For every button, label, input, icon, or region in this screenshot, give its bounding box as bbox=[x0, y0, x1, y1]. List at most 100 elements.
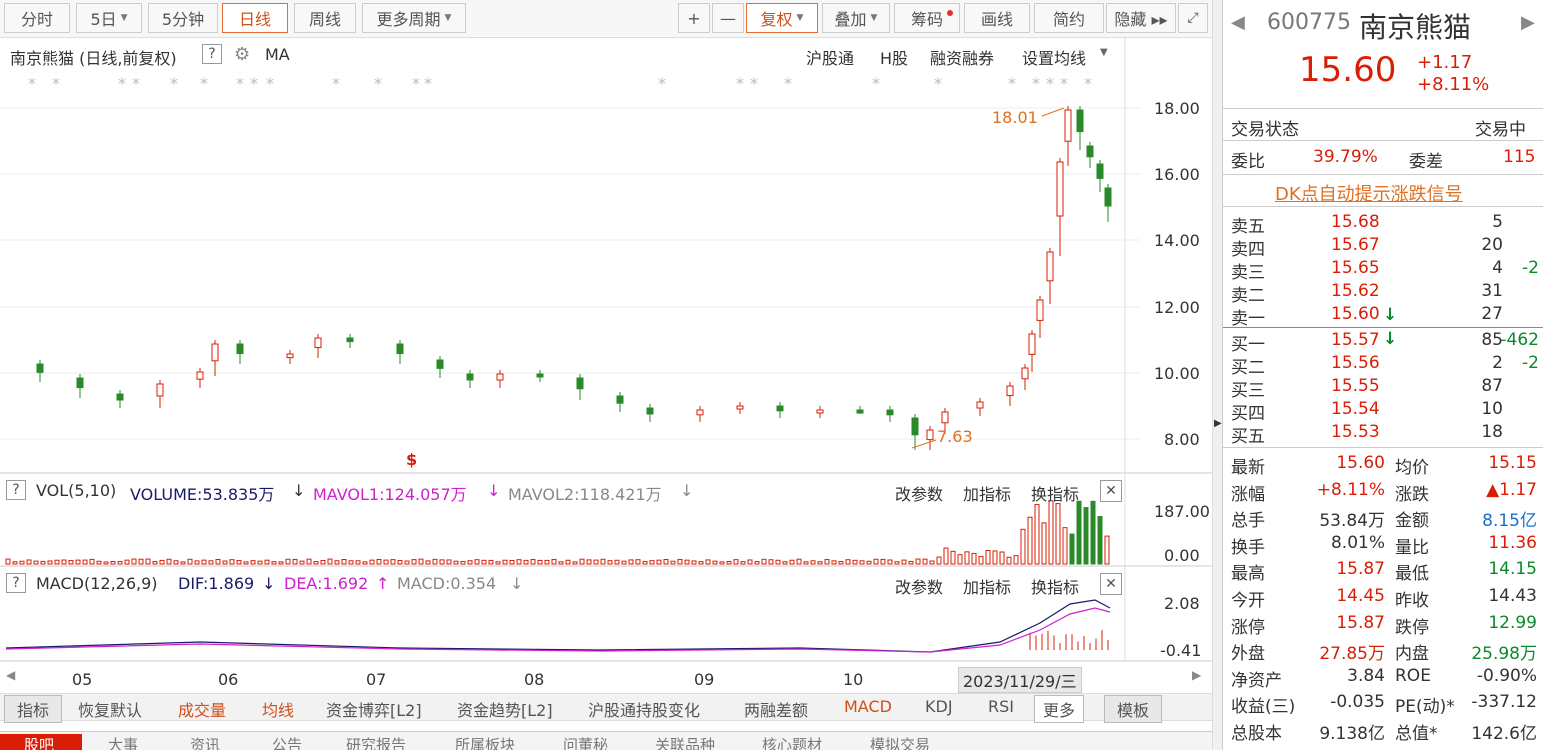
tab-macd[interactable]: MACD bbox=[844, 697, 892, 716]
help-icon[interactable]: ? bbox=[6, 573, 26, 593]
tab-indicator[interactable]: 指标 bbox=[4, 695, 62, 723]
link-hshare[interactable]: H股 bbox=[880, 45, 908, 69]
help-icon[interactable]: ? bbox=[202, 44, 222, 64]
tab-themes[interactable]: 核心题材 bbox=[762, 734, 822, 750]
indicator-tabs: 指标 恢复默认 成交量 均线 资金博弈[L2] 资金趋势[L2] 沪股通持股变化… bbox=[0, 693, 1212, 721]
hide-button[interactable]: 隐藏 ▸▸ bbox=[1106, 3, 1176, 33]
simple-mode-button[interactable]: 简约 bbox=[1034, 3, 1104, 33]
asks-row[interactable]: 卖三 15.65 4 -2 bbox=[1223, 258, 1543, 281]
tab-announcements[interactable]: 公告 bbox=[272, 734, 302, 750]
tab-sectors[interactable]: 所属板块 bbox=[455, 734, 515, 750]
volume-bar bbox=[1084, 508, 1088, 564]
overlay-button[interactable]: 叠加 ▼ bbox=[822, 3, 890, 33]
more-periods-button[interactable]: 更多周期 ▼ bbox=[362, 3, 466, 33]
level-volume: 20 bbox=[1457, 235, 1503, 255]
volume-bar bbox=[944, 548, 948, 564]
switch-indicator-button[interactable]: 换指标 bbox=[1031, 574, 1079, 598]
volume-bar bbox=[195, 561, 199, 564]
draw-line-button[interactable]: 画线 bbox=[964, 3, 1030, 33]
volume-bar bbox=[153, 561, 157, 564]
stat-value: 15.87 bbox=[1285, 613, 1385, 633]
edit-params-button[interactable]: 改参数 bbox=[895, 574, 943, 598]
tab-fund-trend[interactable]: 资金趋势[L2] bbox=[457, 697, 553, 721]
asks-row[interactable]: 卖五 15.68 5 bbox=[1223, 212, 1543, 235]
collapse-icon[interactable]: ▶ bbox=[1214, 418, 1222, 429]
tab-5day[interactable]: 5日 ▼ bbox=[76, 3, 142, 33]
level-volume: 10 bbox=[1457, 399, 1503, 419]
tab-daily[interactable]: 日线 bbox=[222, 3, 288, 33]
chart-area[interactable]: * * * * * * * * * * * * * * * * * * * * * * * * 南京熊猫 (日线,前复权) ?… bbox=[0, 38, 1212, 688]
signal-marker[interactable]: $ bbox=[406, 450, 417, 469]
gear-icon[interactable]: ⚙ bbox=[234, 44, 250, 65]
level-change: -462 bbox=[1489, 330, 1539, 350]
asks-row[interactable]: 卖四 15.67 20 bbox=[1223, 235, 1543, 258]
stat-value: 15.15 bbox=[1437, 453, 1537, 473]
tab-related[interactable]: 关联品种 bbox=[655, 734, 715, 750]
next-stock-icon[interactable]: ▶ bbox=[1521, 12, 1535, 33]
tab-weekly[interactable]: 周线 bbox=[294, 3, 356, 33]
scroll-right-icon[interactable]: ▶ bbox=[1192, 668, 1201, 682]
volume-bar bbox=[251, 561, 255, 564]
tab-5min[interactable]: 5分钟 bbox=[148, 3, 218, 33]
close-icon[interactable]: ✕ bbox=[1100, 573, 1122, 595]
tab-events[interactable]: 大事 bbox=[108, 734, 138, 750]
bids-row[interactable]: 买四 15.54 10 bbox=[1223, 399, 1543, 422]
fuquan-button[interactable]: 复权 ▼ bbox=[746, 3, 818, 33]
volume-bar bbox=[6, 559, 10, 564]
tab-guba[interactable]: 股吧 bbox=[0, 734, 82, 750]
tab-kdj[interactable]: KDJ bbox=[925, 697, 953, 716]
candle-body bbox=[287, 354, 293, 358]
level-price: 15.67 bbox=[1331, 235, 1380, 255]
tab-rsi[interactable]: RSI bbox=[988, 697, 1014, 716]
scroll-left-icon[interactable]: ◀ bbox=[6, 668, 15, 682]
asks-row[interactable]: 卖二 15.62 31 bbox=[1223, 281, 1543, 304]
zoom-in-button[interactable]: + bbox=[678, 3, 710, 33]
macd-axis-label: 2.08 bbox=[1164, 594, 1200, 613]
tab-template[interactable]: 模板 bbox=[1104, 695, 1162, 723]
help-icon[interactable]: ? bbox=[6, 480, 26, 500]
tab-ma[interactable]: 均线 bbox=[262, 697, 294, 721]
tab-fund-game[interactable]: 资金博弈[L2] bbox=[326, 697, 422, 721]
prev-stock-icon[interactable]: ◀ bbox=[1231, 12, 1245, 33]
tab-ask-secretary[interactable]: 问董秘 bbox=[563, 734, 608, 750]
edit-params-button[interactable]: 改参数 bbox=[895, 481, 943, 505]
close-icon[interactable]: ✕ bbox=[1100, 480, 1122, 502]
dea-line bbox=[6, 608, 1110, 652]
chips-button[interactable]: 筹码 bbox=[894, 3, 960, 33]
tab-restore-default[interactable]: 恢复默认 bbox=[78, 697, 142, 721]
zoom-out-button[interactable]: — bbox=[712, 3, 744, 33]
event-marker-icon: * bbox=[784, 74, 792, 93]
tab-research[interactable]: 研究报告 bbox=[346, 734, 406, 750]
add-indicator-button[interactable]: 加指标 bbox=[963, 481, 1011, 505]
volume-bar bbox=[972, 553, 976, 564]
tab-volume[interactable]: 成交量 bbox=[178, 697, 226, 721]
volume-bar bbox=[664, 560, 668, 564]
splitter[interactable]: ▶ bbox=[1212, 0, 1222, 750]
tab-sim-trade[interactable]: 模拟交易 bbox=[870, 734, 930, 750]
quote-panel: ◀ 600775 南京熊猫 ▶ 15.60 +1.17 +8.11% 交易状态 … bbox=[1222, 0, 1543, 750]
stat-label: 均价 bbox=[1395, 453, 1429, 478]
candle-body bbox=[887, 410, 893, 415]
bids-row[interactable]: 买二 15.56 2 -2 bbox=[1223, 353, 1543, 376]
tab-more[interactable]: 更多 bbox=[1034, 695, 1084, 723]
volume-bar bbox=[937, 557, 941, 564]
bids-row[interactable]: 买三 15.55 87 bbox=[1223, 376, 1543, 399]
link-hugutong[interactable]: 沪股通 bbox=[806, 45, 854, 69]
fullscreen-button[interactable]: ⤢ bbox=[1178, 3, 1208, 33]
link-margin[interactable]: 融资融券 bbox=[930, 45, 994, 69]
bids-row[interactable]: 买五 15.53 18 bbox=[1223, 422, 1543, 445]
dk-signal-link[interactable]: DK点自动提示涨跌信号 bbox=[1275, 180, 1463, 206]
volume-bar bbox=[363, 562, 367, 564]
add-indicator-button[interactable]: 加指标 bbox=[963, 574, 1011, 598]
tab-news[interactable]: 资讯 bbox=[190, 734, 220, 750]
volume-bar bbox=[90, 559, 94, 564]
tab-margin-diff[interactable]: 两融差额 bbox=[744, 697, 808, 721]
event-marker-icon: * bbox=[132, 74, 140, 93]
switch-indicator-button[interactable]: 换指标 bbox=[1031, 481, 1079, 505]
button-label: 筹码 bbox=[911, 6, 943, 30]
tab-hgt-holdings[interactable]: 沪股通持股变化 bbox=[588, 697, 700, 721]
volume-bar bbox=[454, 561, 458, 564]
tab-fenshi[interactable]: 分时 bbox=[4, 3, 70, 33]
set-ma-button[interactable]: 设置均线 bbox=[1022, 45, 1086, 69]
volume-bar bbox=[993, 551, 997, 564]
